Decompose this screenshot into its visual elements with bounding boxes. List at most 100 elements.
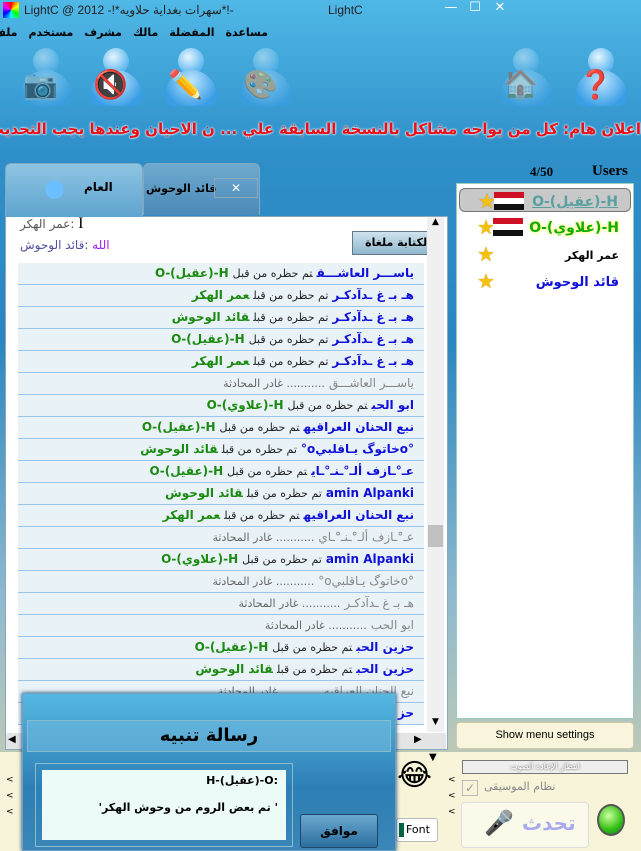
menu-item[interactable]: ملف <box>0 26 18 39</box>
status-light-icon <box>597 804 625 836</box>
banned-by: H-(علاوي)-O <box>206 398 284 412</box>
scroll-thumb[interactable] <box>428 525 443 547</box>
user-list-item[interactable]: ★ عمر الهكر <box>459 242 631 266</box>
ban-text: تم حظره من قبل <box>248 333 329 346</box>
left-text: ........... غادر المحادثة <box>223 377 325 390</box>
users-count: 4/50 <box>530 164 554 179</box>
menu-item[interactable]: المفضلة <box>169 26 214 39</box>
user-name: قائد الوحوش <box>535 275 619 290</box>
left-text: ........... غادر المحادثة <box>238 597 341 610</box>
palette-button[interactable]: 🎨 <box>235 48 295 108</box>
webcam-button[interactable]: 📷 <box>15 48 75 108</box>
tab-label: العام <box>84 180 113 194</box>
alert-dialog: رسالة تنبيه H-(عقيل)-O: ' تم بعض الروم م… <box>22 693 396 851</box>
palette-icon: 🎨 <box>243 68 278 101</box>
font-button[interactable]: Font <box>396 818 438 842</box>
close-button[interactable]: ✕ <box>490 0 510 15</box>
ban-text: تم حظره من قبل <box>224 509 300 522</box>
chat-row: نبع الحنان العراقيهتم حظره من قبلH-(عقيل… <box>18 417 424 439</box>
user-name: حزين الحب <box>356 640 414 654</box>
banned-by: H-(عقيل)-O <box>171 332 245 346</box>
ban-text: تم حظره من قبل <box>253 355 329 368</box>
music-checkbox[interactable]: ✓ <box>462 780 478 796</box>
banned-by: قائد الوحوش <box>165 486 243 500</box>
chat-row: ياســـر العاشـــق........... غادر المحاد… <box>18 373 424 395</box>
menu-item[interactable]: مشرف <box>84 26 122 39</box>
chat-row: ابو الحبتم حظره من قبلH-(علاوي)-O <box>18 395 424 417</box>
announcement-marquee: اعلان هام: كل من يواجه مشاكل بالنسخة الس… <box>0 120 641 138</box>
close-tab-button[interactable]: ✕ <box>214 178 258 198</box>
ban-text: تم حظره من قبل <box>219 421 300 434</box>
chat-row: نبع الحنان العراقيهتم حظره من قبلعمر اله… <box>18 505 424 527</box>
home-button[interactable]: 🏠 <box>495 48 555 108</box>
app-logo <box>3 2 19 18</box>
collapse-arrows[interactable]: < < < <box>448 772 456 820</box>
talk-button[interactable]: 🎤 تحدث <box>461 802 589 848</box>
dialog-title: رسالة تنبيه <box>27 720 391 752</box>
ban-text: تم حظره من قبل <box>272 641 353 654</box>
chat-row: هـ بـ غ ـدآدكـرتم حظره من قبلعمر الهكر <box>18 285 424 307</box>
user-name: عـ°ـازف ألـ°ـنـ°ـاي <box>311 464 414 478</box>
banned-by: عمر الهكر <box>191 354 250 368</box>
progress-bar: انتظار الإعادة الصوت <box>462 760 628 774</box>
user-name: هـ بـ غ ـدآدكـر <box>332 310 414 324</box>
vertical-scrollbar[interactable]: ▲ ▼ <box>427 217 444 732</box>
help-button[interactable]: ❓ <box>570 48 630 108</box>
user-name: amin Alpanki <box>325 552 414 566</box>
speaker-mute-button[interactable]: 🔇 <box>85 48 145 108</box>
user-name: °oخاتوگ يـاقلبيo° <box>318 574 414 588</box>
user-list-item[interactable]: ★ قائد الوحوش <box>459 269 631 293</box>
scroll-up-button[interactable]: ▲ <box>427 217 444 231</box>
minimize-button[interactable]: — <box>441 0 461 15</box>
user-name: هـ بـ غ ـدآدكـر <box>332 354 414 368</box>
left-text: ........... غادر المحادثة <box>212 575 315 588</box>
scroll-right-button[interactable]: ▶ <box>414 734 422 745</box>
banned-by: H-(عقيل)-O <box>141 420 216 434</box>
emoji-dropdown-arrow[interactable]: ▼ <box>429 752 437 763</box>
ok-button[interactable]: موافق <box>300 814 378 848</box>
user-name: H-(علاوي)-O <box>529 220 619 236</box>
show-menu-settings-button[interactable]: Show menu settings <box>456 722 634 749</box>
user-name: ياســـر العاشـــق <box>316 266 414 280</box>
users-label: Users <box>592 163 628 179</box>
chat-row: ياســـر العاشـــقتم حظره من قبلH-(عقيل)-… <box>18 263 424 285</box>
iraq-flag-icon <box>494 192 524 210</box>
menu-item[interactable]: مالك <box>133 26 158 39</box>
ban-text: تم حظره من قبل <box>253 289 329 302</box>
banned-by: قائد الوحوش <box>140 442 218 456</box>
menu-item[interactable]: مساعدة <box>226 26 269 39</box>
chat-row: هـ بـ غ ـدآدكـرتم حظره من قبلقائد الوحوش <box>18 307 424 329</box>
user-list-item[interactable]: ★ H-(عقيل)-O <box>459 188 631 213</box>
chat-row: °oخاتوگ يـاقلبيo°........... غادر المحاد… <box>18 571 424 593</box>
collapse-arrows[interactable]: < < < <box>6 772 14 820</box>
menu-item[interactable]: مستخدم <box>29 26 74 39</box>
scroll-down-button[interactable]: ▼ <box>427 717 444 731</box>
tab-general[interactable]: ● العام <box>5 163 143 217</box>
scroll-left-button[interactable]: ◀ <box>8 734 16 745</box>
microphone-icon: 🎤 <box>484 809 514 837</box>
user-name: حزين الحب <box>356 662 414 676</box>
ban-text: تم حظره من قبل <box>242 553 322 566</box>
chat-panel: I :عمر الهكر الله :قائد الوحوش الكتابة م… <box>5 215 448 750</box>
chat-row: amin Alpankiتم حظره من قبلقائد الوحوش <box>18 483 424 505</box>
users-group-icon: ● <box>44 174 65 202</box>
chat-row: هـ بـ غ ـدآدكـر........... غادر المحادثة <box>18 593 424 615</box>
emoji-icon[interactable]: 😂 <box>397 758 432 798</box>
left-text: ........... غادر المحادثة <box>212 531 315 544</box>
ban-text: تم حظره من قبل <box>276 663 353 676</box>
edit-blocked-button[interactable]: ✏️ <box>160 48 220 108</box>
chat-log: ياســـر العاشـــقتم حظره من قبلH-(عقيل)-… <box>18 263 424 725</box>
chat-row: ابو الحب........... غادر المحادثة <box>18 615 424 637</box>
maximize-button[interactable]: ☐ <box>465 0 485 15</box>
user-name: عـ°ـازف ألـ°ـنـ°ـاي <box>318 530 414 544</box>
star-rank-icon: ★ <box>477 242 495 266</box>
user-name: H-(عقيل)-O <box>532 194 618 210</box>
banned-by: H-(عقيل)-O <box>155 266 229 280</box>
star-rank-icon: ★ <box>477 269 495 293</box>
user-list-item[interactable]: ★ H-(علاوي)-O <box>459 215 631 239</box>
users-list: ★ H-(عقيل)-O ★ H-(علاوي)-O ★ عمر الهكر ★ قائد ا… <box>456 183 634 719</box>
dialog-message: ' تم بعض الروم من وحوش الهكر' <box>98 801 278 814</box>
tab-private-chat[interactable]: قائد الوحوش ✕ <box>143 163 260 215</box>
chat-row: amin Alpankiتم حظره من قبلH-(علاوي)-O <box>18 549 424 571</box>
chat-message: الله :قائد الوحوش <box>20 238 110 252</box>
